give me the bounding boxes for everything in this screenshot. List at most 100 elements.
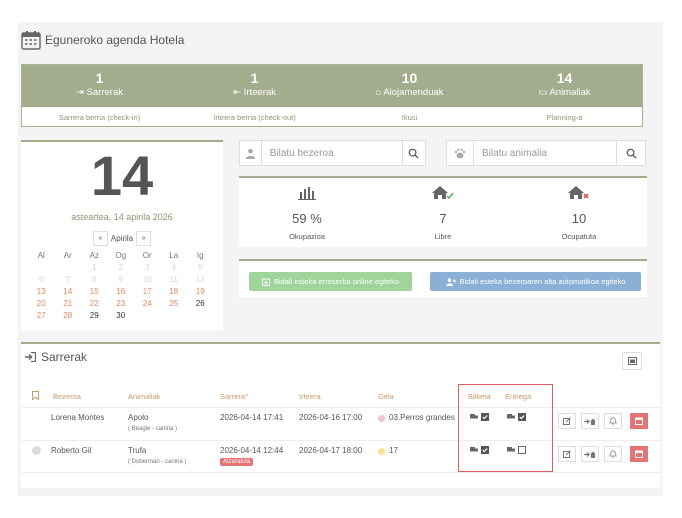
calendar-day[interactable]: 30 [108, 310, 135, 322]
new-checkout-link[interactable]: Irteera berria (check-out) [177, 107, 332, 128]
stat-animals[interactable]: 14 ▭ Animaliak [487, 65, 642, 107]
highlight-box [458, 384, 553, 472]
row-animal[interactable]: Trufa [128, 446, 146, 455]
col-animals[interactable]: Animaliak [128, 392, 161, 401]
calendar-icon [635, 417, 643, 425]
view-accommodations-link[interactable]: Ikusi [332, 107, 487, 128]
calendar-day[interactable]: 4 [161, 262, 188, 274]
row-animal-breed: ( Beagle - canina ) [128, 426, 178, 432]
window-icon [627, 357, 637, 365]
stat-arrivals[interactable]: 1 ⇥ Sarrerak [22, 65, 177, 107]
calendar-day[interactable]: 1 [81, 262, 108, 274]
notify-button[interactable] [604, 446, 622, 462]
calendar-day[interactable]: 7 [55, 274, 82, 286]
arrow-home-icon [584, 418, 596, 425]
sort-indicator: ^ [245, 392, 249, 401]
calendar-day[interactable]: 2 [108, 262, 135, 274]
calendar-day[interactable]: 15 [81, 286, 108, 298]
col-departure[interactable]: Irteera [299, 392, 321, 401]
checkin-button[interactable] [581, 446, 599, 462]
calendar-day[interactable]: 14 [55, 286, 82, 298]
animal-search-input[interactable] [474, 141, 616, 165]
stat-accommodations[interactable]: 10 ⌂ Alojamenduak [332, 65, 487, 107]
prev-month-button[interactable]: « [92, 231, 108, 246]
room-color-dot [378, 415, 385, 422]
calendar-day[interactable]: 3 [134, 262, 161, 274]
edit-button[interactable] [558, 413, 576, 429]
calendar-button[interactable] [630, 413, 648, 429]
col-room[interactable]: Gela [378, 392, 394, 401]
calendar-day[interactable]: 22 [81, 298, 108, 310]
planning-link[interactable]: Planning-a [487, 107, 642, 128]
free-rooms: 7 Libre [375, 178, 511, 247]
calendar-day[interactable]: 19 [187, 286, 214, 298]
calendar-day[interactable]: 26 [187, 298, 214, 310]
row-client[interactable]: Roberto Gil [51, 446, 91, 455]
month-nav: « Apirila » [21, 231, 223, 246]
row-room: 03.Perros grandes [389, 413, 455, 422]
stat-departures[interactable]: 1 ⇤ Irteerak [177, 65, 332, 107]
calendar-day[interactable]: 6 [28, 274, 55, 286]
calendar-day[interactable]: 5 [187, 262, 214, 274]
occupied-value: 10 [571, 211, 587, 226]
calendar-day[interactable]: 11 [161, 274, 188, 286]
status-dot [32, 446, 41, 455]
free-label: Libre [434, 232, 452, 241]
export-button[interactable] [622, 352, 642, 370]
calendar-day[interactable]: 8 [81, 274, 108, 286]
calendar-day[interactable]: 27 [28, 310, 55, 322]
notify-button[interactable] [604, 413, 622, 429]
home-check-icon [375, 184, 511, 202]
current-date: asteartea, 14 apirila 2026 [71, 212, 173, 222]
col-arrival[interactable]: Sarrera^ [220, 392, 249, 401]
occupied-rooms: 10 Ocupatuta [511, 178, 647, 247]
row-animal-breed: ( Doberman - canina ) [128, 459, 187, 465]
row-animal[interactable]: Apolo [128, 413, 148, 422]
calendar-day[interactable]: 17 [134, 286, 161, 298]
row-client[interactable]: Lorena Montes [51, 413, 104, 422]
bell-icon [609, 417, 617, 425]
new-checkin-link[interactable]: Sarrera berria (check-in) [22, 107, 177, 128]
home-icon: ⌂ [375, 87, 382, 98]
calendar-day[interactable]: 29 [81, 310, 108, 322]
client-search-button[interactable] [401, 141, 425, 165]
animal-search [446, 140, 646, 166]
calendar-day[interactable]: 25 [161, 298, 188, 310]
calendar-day[interactable]: 24 [134, 298, 161, 310]
calendar-day[interactable]: 13 [28, 286, 55, 298]
calendar-day[interactable]: 18 [161, 286, 188, 298]
col-client[interactable]: Bezeroa [53, 392, 81, 401]
checkin-button[interactable] [581, 413, 599, 429]
arrow-home-icon [584, 451, 596, 458]
current-day: 14 [90, 144, 154, 207]
animal-search-button[interactable] [616, 141, 645, 165]
calendar-day[interactable]: 23 [108, 298, 135, 310]
arrivals-header: Sarrerak [25, 350, 87, 364]
calendar-icon [21, 31, 41, 50]
row-departure: 2026-04-17 18:00 [299, 446, 363, 455]
bookmark-icon [32, 391, 39, 400]
client-search-input[interactable] [261, 141, 402, 165]
calendar-icon [635, 450, 643, 458]
weekday-header: Az [89, 251, 99, 260]
stat-departures-label: Irteerak [243, 87, 276, 98]
calendar-day[interactable]: 16 [108, 286, 135, 298]
calendar-button[interactable] [630, 446, 648, 462]
bell-icon [609, 450, 617, 458]
calendar-day[interactable]: 20 [28, 298, 55, 310]
send-auto-register-button[interactable]: Bidali esteka bezeroaren alta automatiko… [430, 272, 641, 291]
occupancy-rate: 59 % Okupazioa [239, 178, 375, 247]
calendar-grid: Al Ar Az Og Or La Ig 1 2 3 4 5 6 7 8 9 10 11 12 13 14 15 16 17 1… [28, 250, 223, 322]
send-online-booking-button[interactable]: Bidali esteka erreserba online egiteko [249, 272, 412, 291]
weekday-header: Or [142, 251, 152, 260]
next-month-button[interactable]: » [136, 231, 152, 246]
arrivals-title: Sarrerak [41, 350, 88, 364]
edit-button[interactable] [558, 446, 576, 462]
calendar-day[interactable]: 12 [187, 274, 214, 286]
calendar-day[interactable]: 28 [55, 310, 82, 322]
bed-icon: ▭ [538, 87, 548, 98]
calendar-day[interactable]: 9 [108, 274, 135, 286]
weekday-header: Og [115, 251, 127, 260]
calendar-day[interactable]: 10 [134, 274, 161, 286]
calendar-day[interactable]: 21 [55, 298, 82, 310]
